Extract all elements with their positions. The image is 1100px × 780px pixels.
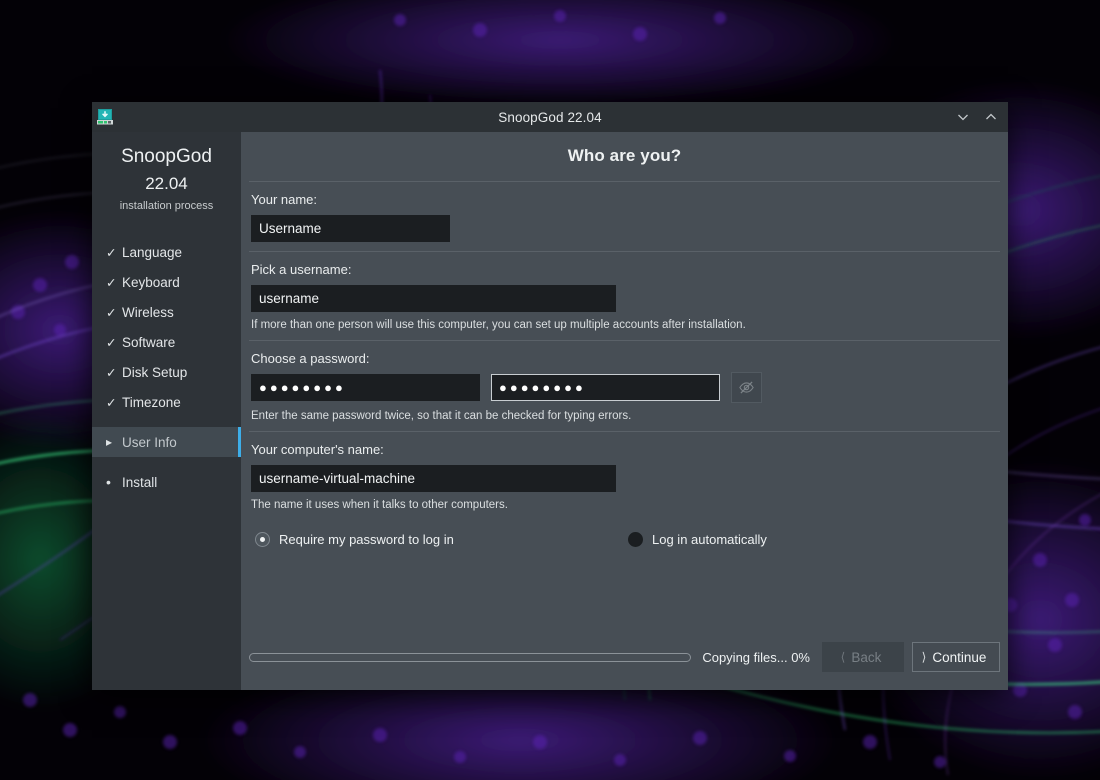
eye-slash-icon[interactable] xyxy=(731,372,762,403)
password-repeat-masked-value: ●●●●●●●● xyxy=(499,380,586,395)
hostname-field-group: Your computer's name: username-virtual-m… xyxy=(249,432,1000,520)
brand-name: SnoopGod xyxy=(121,146,212,167)
installer-disk-icon xyxy=(96,108,114,126)
password-hint: Enter the same password twice, so that i… xyxy=(251,410,632,422)
installer-window: SnoopGod 22.04 SnoopGod 22.04 installati… xyxy=(92,102,1008,690)
hostname-label: Your computer's name: xyxy=(251,442,384,457)
password-label: Choose a password: xyxy=(251,351,370,366)
window-titlebar[interactable]: SnoopGod 22.04 xyxy=(92,102,1008,132)
installer-footer: Copying files... 0% ⟨ Back ⟩ Continue xyxy=(249,642,1000,690)
radio-require-password-label: Require my password to log in xyxy=(279,532,454,547)
password-field-group: Choose a password: ●●●●●●●● ●●●●●●●● Ent… xyxy=(249,341,1000,431)
back-button-label: Back xyxy=(851,649,882,665)
brand-subtitle: installation process xyxy=(119,200,214,212)
sidebar-item-wireless[interactable]: ✓ Wireless xyxy=(92,297,241,327)
sidebar-item-label: Language xyxy=(122,244,183,260)
radio-login-automatically-label: Log in automatically xyxy=(652,532,767,547)
username-input[interactable]: username xyxy=(251,285,616,312)
check-icon: ✓ xyxy=(106,335,117,350)
chevron-down-icon[interactable] xyxy=(954,108,972,126)
sidebar-item-label: Keyboard xyxy=(122,274,180,290)
installer-main-panel: Who are you? Your name: Username Pick a … xyxy=(241,132,1008,690)
sidebar-item-label: Software xyxy=(122,334,176,350)
dot-icon: • xyxy=(106,474,111,490)
check-icon: ✓ xyxy=(106,305,117,320)
password-row: ●●●●●●●● ●●●●●●●● xyxy=(251,372,998,403)
check-icon: ✓ xyxy=(106,365,117,380)
password-input[interactable]: ●●●●●●●● xyxy=(251,374,480,401)
fullname-field-group: Your name: Username xyxy=(249,182,1000,251)
hostname-input[interactable]: username-virtual-machine xyxy=(251,465,616,492)
window-title: SnoopGod 22.04 xyxy=(498,109,602,125)
chevron-right-icon: ⟩ xyxy=(921,650,927,664)
sidebar-item-label: User Info xyxy=(122,434,177,450)
username-label: Pick a username: xyxy=(251,262,352,277)
brand-version: 22.04 xyxy=(145,174,188,193)
login-mode-options: Require my password to log in Log in aut… xyxy=(249,520,1000,547)
sidebar-item-label: Disk Setup xyxy=(122,364,188,380)
window-controls xyxy=(954,102,1000,132)
check-icon: ✓ xyxy=(106,395,117,410)
username-hint: If more than one person will use this co… xyxy=(251,319,746,331)
password-masked-value: ●●●●●●●● xyxy=(259,380,346,395)
sidebar-item-label: Wireless xyxy=(122,304,174,320)
install-progress-label: Copying files... 0% xyxy=(702,649,810,665)
back-button[interactable]: ⟨ Back xyxy=(822,642,904,672)
sidebar-item-label: Timezone xyxy=(122,394,181,410)
chevron-up-icon[interactable] xyxy=(982,108,1000,126)
sidebar-item-language[interactable]: ✓ Language xyxy=(92,237,241,267)
radio-login-automatically[interactable]: Log in automatically xyxy=(628,532,767,547)
step-spacer xyxy=(92,457,241,467)
password-repeat-input[interactable]: ●●●●●●●● xyxy=(491,374,720,401)
sidebar-item-keyboard[interactable]: ✓ Keyboard xyxy=(92,267,241,297)
check-icon: ✓ xyxy=(106,275,117,290)
fullname-input[interactable]: Username xyxy=(251,215,450,242)
radio-require-password[interactable]: Require my password to log in xyxy=(255,532,628,547)
installer-step-list: ✓ Language ✓ Keyboard ✓ Wireless ✓ Softw… xyxy=(92,237,241,497)
page-title: Who are you? xyxy=(567,146,682,165)
install-progress-bar xyxy=(249,652,692,662)
caret-right-icon: ▸ xyxy=(106,435,113,449)
username-field-group: Pick a username: username If more than o… xyxy=(249,252,1000,340)
sidebar-item-install[interactable]: • Install xyxy=(92,467,241,497)
hostname-hint: The name it uses when it talks to other … xyxy=(251,499,508,511)
radio-selected-icon xyxy=(255,532,270,547)
step-spacer xyxy=(92,417,241,427)
sidebar-item-software[interactable]: ✓ Software xyxy=(92,327,241,357)
sidebar-item-disk-setup[interactable]: ✓ Disk Setup xyxy=(92,357,241,387)
continue-button[interactable]: ⟩ Continue xyxy=(912,642,1000,672)
brand-block: SnoopGod 22.04 installation process xyxy=(92,144,241,215)
sidebar-item-label: Install xyxy=(122,474,158,490)
sidebar-item-timezone[interactable]: ✓ Timezone xyxy=(92,387,241,417)
check-icon: ✓ xyxy=(106,245,117,260)
fullname-label: Your name: xyxy=(251,192,318,207)
installer-sidebar: SnoopGod 22.04 installation process ✓ La… xyxy=(92,132,241,690)
radio-unselected-icon xyxy=(628,532,643,547)
continue-button-label: Continue xyxy=(932,649,987,665)
sidebar-item-user-info[interactable]: ▸ User Info xyxy=(92,427,241,457)
chevron-left-icon: ⟨ xyxy=(840,650,846,664)
user-info-form: Your name: Username Pick a username: use… xyxy=(249,182,1000,642)
